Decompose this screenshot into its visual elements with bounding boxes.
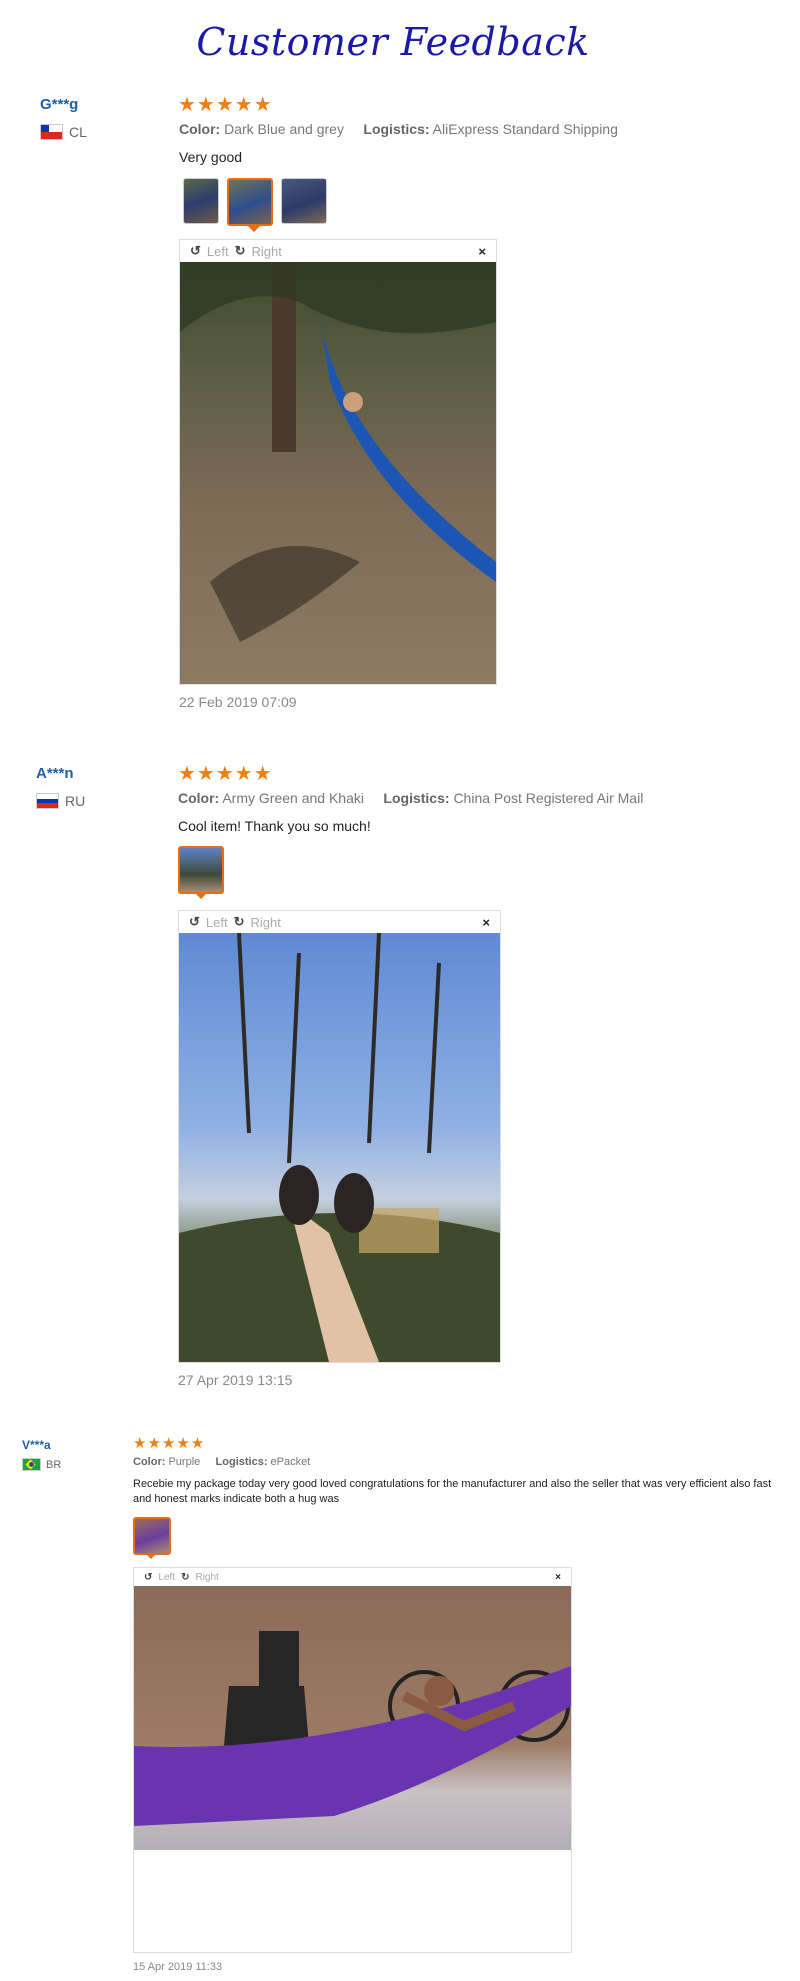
review-date: 27 Apr 2019 13:15: [178, 1372, 293, 1388]
photo-thumbnails: [178, 846, 224, 894]
purple-hammock-photo-illustration: [134, 1631, 571, 1826]
photo-viewer: ↺ Left ↻ Right ×: [133, 1567, 572, 1953]
rotate-left-icon[interactable]: ↺: [189, 914, 200, 930]
reviewer-name[interactable]: V***a: [22, 1438, 51, 1452]
chile-flag-icon: [40, 124, 63, 140]
logistics-value: China Post Registered Air Mail: [453, 790, 644, 806]
photo-viewer: ↺ Left ↻ Right ×: [179, 239, 497, 685]
photo-thumbnail-selected[interactable]: [178, 846, 224, 894]
reviewer-country: RU: [36, 793, 85, 809]
color-value: Dark Blue and grey: [224, 121, 344, 137]
photo-thumbnail[interactable]: [281, 178, 327, 224]
photo-thumbnails: [133, 1517, 171, 1555]
brazil-flag-icon: [22, 1458, 41, 1471]
photo-thumbnail-selected[interactable]: [227, 178, 273, 226]
review-meta: Color: Purple Logistics: ePacket: [133, 1456, 310, 1468]
logistics-label: Logistics:: [215, 1456, 268, 1468]
rotate-left-icon[interactable]: ↺: [144, 1572, 152, 1583]
star-rating: ★★★★★: [133, 1435, 206, 1452]
review-photo: [180, 262, 496, 684]
rotate-left-button[interactable]: Left: [158, 1572, 175, 1583]
close-icon[interactable]: ×: [482, 915, 490, 930]
close-icon[interactable]: ×: [555, 1572, 561, 1583]
rotate-right-button[interactable]: Right: [252, 244, 282, 259]
star-rating: ★★★★★: [178, 94, 273, 116]
review-meta: Color: Dark Blue and grey Logistics: Ali…: [179, 121, 618, 137]
photo-thumbnails: [183, 178, 327, 226]
rotate-right-button[interactable]: Right: [251, 915, 281, 930]
color-label: Color:: [178, 790, 220, 806]
review-photo: [179, 933, 500, 1362]
reviewer-name[interactable]: G***g: [40, 96, 78, 113]
viewer-toolbar: ↺ Left ↻ Right ×: [134, 1568, 571, 1586]
color-value: Purple: [168, 1456, 201, 1468]
logistics-value: AliExpress Standard Shipping: [432, 121, 618, 137]
review-photo: [134, 1586, 571, 1850]
review-comment: Recebie my package today very good loved…: [133, 1478, 772, 1505]
selection-caret: [145, 1553, 157, 1559]
review-meta: Color: Army Green and Khaki Logistics: C…: [178, 790, 643, 806]
country-code: RU: [65, 793, 86, 809]
rotate-left-button[interactable]: Left: [207, 244, 229, 259]
rotate-left-icon[interactable]: ↺: [190, 243, 201, 259]
photo-viewer: ↺ Left ↻ Right ×: [178, 910, 501, 1363]
legs-in-hammock-illustration: [179, 933, 500, 1362]
color-label: Color:: [133, 1456, 166, 1468]
country-code: BR: [46, 1458, 62, 1471]
photo-thumbnail-selected[interactable]: [133, 1517, 171, 1555]
selection-caret: [247, 225, 261, 232]
reviewer-country: BR: [22, 1458, 61, 1471]
rotate-right-icon[interactable]: ↻: [181, 1572, 189, 1583]
logistics-label: Logistics:: [383, 790, 450, 806]
review-comment: Very good: [179, 149, 243, 165]
rotate-right-button[interactable]: Right: [195, 1572, 218, 1583]
viewer-toolbar: ↺ Left ↻ Right ×: [179, 911, 500, 933]
selection-caret: [194, 892, 208, 899]
reviewer-country: CL: [40, 124, 87, 140]
rotate-right-icon[interactable]: ↻: [235, 243, 246, 259]
color-label: Color:: [179, 121, 221, 137]
reviewer-name[interactable]: A***n: [36, 765, 74, 782]
viewer-toolbar: ↺ Left ↻ Right ×: [180, 240, 496, 262]
rotate-left-button[interactable]: Left: [206, 915, 228, 930]
color-value: Army Green and Khaki: [222, 790, 364, 806]
page-title: Customer Feedback: [196, 20, 590, 64]
russia-flag-icon: [36, 793, 59, 809]
logistics-label: Logistics:: [363, 121, 430, 137]
logistics-value: ePacket: [270, 1456, 311, 1468]
review-date: 15 Apr 2019 11:33: [133, 1961, 223, 1973]
review-date: 22 Feb 2019 07:09: [179, 694, 297, 710]
hammock-photo-illustration: [180, 262, 496, 642]
rotate-right-icon[interactable]: ↻: [234, 914, 245, 930]
close-icon[interactable]: ×: [478, 244, 486, 259]
star-rating: ★★★★★: [178, 763, 273, 785]
photo-thumbnail[interactable]: [183, 178, 219, 224]
country-code: CL: [69, 124, 87, 140]
review-comment: Cool item! Thank you so much!: [178, 818, 371, 834]
